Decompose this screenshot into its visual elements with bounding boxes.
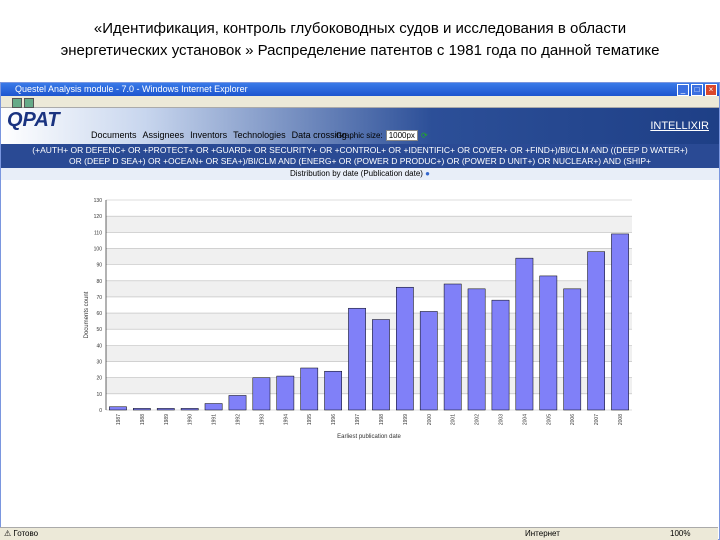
bar bbox=[419, 311, 438, 411]
y-axis-label: Documents count bbox=[84, 291, 90, 338]
bar bbox=[252, 377, 271, 411]
bar bbox=[228, 395, 247, 411]
bar bbox=[300, 367, 319, 411]
x-tick-label: 2000 bbox=[427, 414, 433, 425]
x-tick-label: 1994 bbox=[283, 414, 289, 425]
x-tick-label: 2004 bbox=[522, 414, 528, 425]
x-tick-label: 1990 bbox=[188, 414, 194, 425]
x-tick-label: 1993 bbox=[259, 414, 265, 425]
bar bbox=[204, 403, 223, 411]
x-tick-label: 1996 bbox=[331, 414, 337, 425]
bar bbox=[515, 257, 534, 411]
maximize-button[interactable]: □ bbox=[691, 84, 703, 96]
x-tick-label: 1999 bbox=[403, 414, 409, 425]
close-button[interactable]: × bbox=[705, 84, 717, 96]
x-tick-label: 2002 bbox=[475, 414, 481, 425]
window-titlebar: Questel Analysis module - 7.0 - Windows … bbox=[1, 83, 719, 96]
slide-title: «Идентификация, контроль глубоководных с… bbox=[0, 18, 720, 62]
status-text: Готово bbox=[13, 529, 39, 538]
bar bbox=[491, 299, 510, 411]
x-tick-label: 1987 bbox=[116, 414, 122, 425]
export-icon[interactable] bbox=[12, 98, 22, 108]
y-tick-label: 20 bbox=[96, 376, 102, 382]
title-line-2: энергетических установок » Распределение… bbox=[60, 42, 660, 59]
bar bbox=[396, 286, 414, 411]
bar bbox=[156, 408, 175, 411]
x-tick-label: 1988 bbox=[140, 414, 146, 425]
y-tick-label: 0 bbox=[99, 408, 102, 414]
y-tick-label: 70 bbox=[96, 295, 102, 301]
internet-zone: Интернет bbox=[525, 529, 560, 538]
bar bbox=[587, 251, 605, 411]
zoom-level[interactable]: 100% bbox=[670, 528, 690, 540]
x-tick-label: 2008 bbox=[618, 414, 624, 425]
y-tick-label: 80 bbox=[96, 279, 102, 285]
excel-icon[interactable] bbox=[24, 98, 34, 108]
window-title: Questel Analysis module - 7.0 - Windows … bbox=[15, 84, 248, 94]
bar bbox=[611, 233, 629, 411]
address-bar[interactable] bbox=[1, 96, 719, 108]
bar-chart: 0 10 20 30 40 50 60 70 80 90 100 110 120 130 1987 1988 1… bbox=[84, 198, 632, 440]
x-tick-label: 2001 bbox=[451, 414, 457, 425]
grid-band bbox=[106, 248, 632, 265]
y-tick-label: 130 bbox=[94, 198, 103, 204]
bar bbox=[563, 288, 582, 411]
bar bbox=[324, 370, 342, 411]
x-tick-label: 1991 bbox=[212, 414, 218, 425]
minimize-button[interactable]: _ bbox=[677, 84, 689, 96]
y-tick-label: 90 bbox=[96, 263, 102, 269]
bar bbox=[372, 319, 390, 411]
bar bbox=[109, 406, 127, 411]
y-tick-label: 120 bbox=[94, 214, 103, 220]
y-tick-label: 110 bbox=[94, 230, 102, 236]
x-tick-label: 1995 bbox=[307, 414, 313, 425]
y-tick-label: 100 bbox=[94, 246, 103, 252]
y-tick-label: 10 bbox=[96, 392, 102, 398]
bar bbox=[348, 307, 366, 411]
x-tick-label: 1992 bbox=[236, 414, 242, 425]
x-tick-label: 1989 bbox=[164, 414, 170, 425]
x-tick-label: 2006 bbox=[570, 414, 576, 425]
x-tick-label: 2003 bbox=[499, 414, 505, 425]
bar bbox=[276, 375, 295, 411]
y-tick-label: 60 bbox=[96, 311, 102, 317]
bar bbox=[443, 283, 462, 411]
x-tick-label: 1997 bbox=[355, 414, 361, 425]
grid-band bbox=[106, 216, 632, 233]
x-tick-label: 2005 bbox=[546, 414, 552, 425]
bar bbox=[539, 275, 558, 411]
x-tick-label: 1998 bbox=[379, 414, 385, 425]
x-axis-label: Earliest publication date bbox=[337, 434, 401, 440]
y-tick-label: 50 bbox=[96, 327, 102, 333]
y-tick-label: 30 bbox=[96, 360, 102, 366]
x-tick-label: 2007 bbox=[594, 414, 600, 425]
bar bbox=[180, 408, 199, 411]
y-tick-label: 40 bbox=[96, 343, 102, 349]
status-bar: ⚠ Готово Интернет 100% bbox=[0, 527, 718, 540]
bar bbox=[133, 408, 151, 411]
bar bbox=[467, 288, 486, 411]
warning-icon: ⚠ bbox=[4, 529, 12, 538]
title-line-1: «Идентификация, контроль глубоководных с… bbox=[93, 20, 627, 37]
